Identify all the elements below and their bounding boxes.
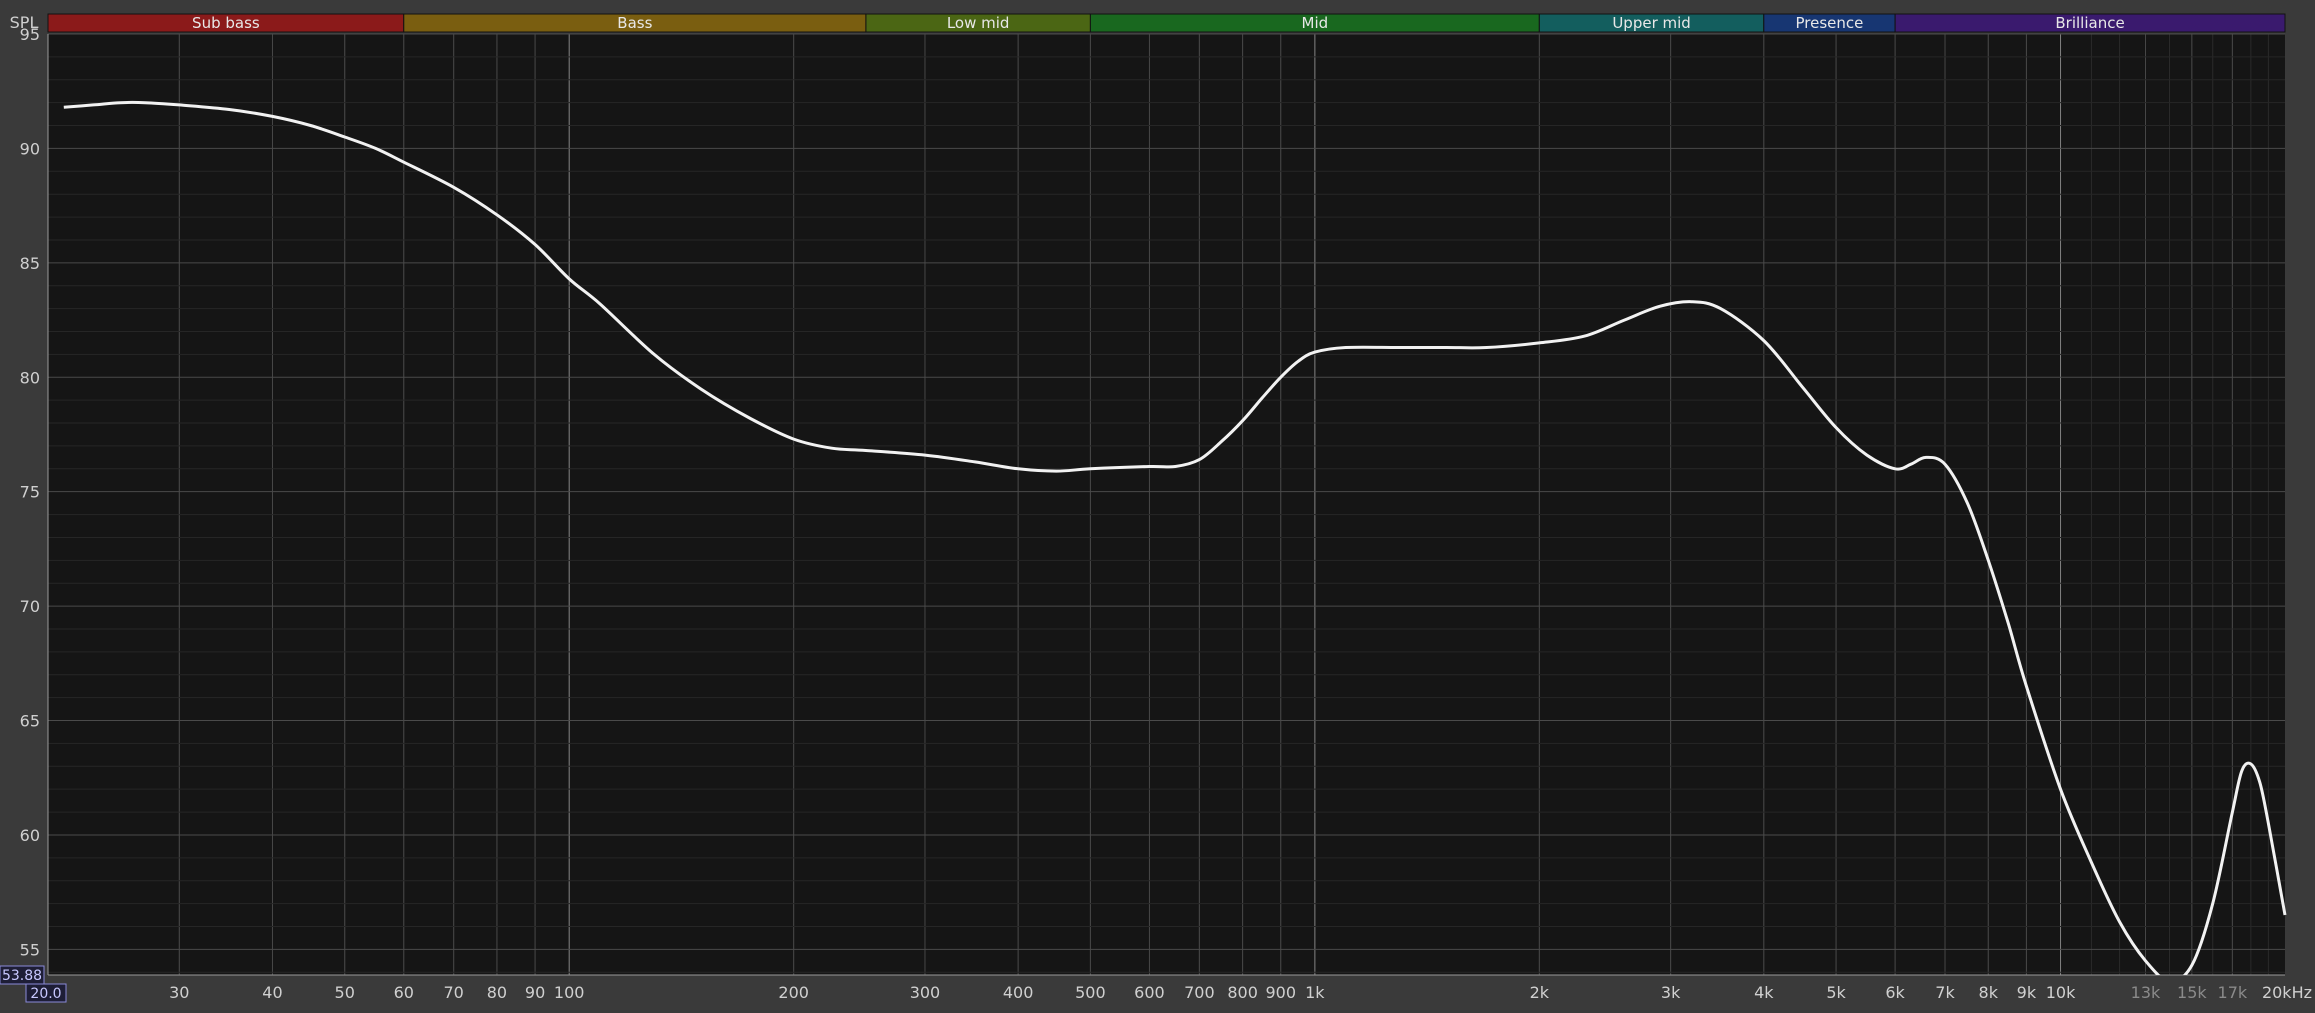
x-tick-label: 200: [778, 983, 809, 1002]
x-tick-label: 60: [394, 983, 414, 1002]
y-tick-label: 60: [20, 826, 40, 845]
x-tick-label: 700: [1184, 983, 1215, 1002]
x-tick-label: 600: [1134, 983, 1165, 1002]
x-tick-label: 6k: [1885, 983, 1905, 1002]
y-tick-label: 65: [20, 712, 40, 731]
x-tick-label: 900: [1265, 983, 1296, 1002]
x-tick-label: 70: [444, 983, 464, 1002]
x-axis: 30 40 50 60 70 80 90 100 200 300 400 500 600 700 800 90…: [169, 983, 2312, 1002]
y-tick-label: 85: [20, 254, 40, 273]
band-label: Low mid: [947, 14, 1010, 32]
x-tick-label: 80: [487, 983, 507, 1002]
frequency-response-chart: Sub bass Bass Low mid Mid Upper mid Presence B…: [0, 0, 2315, 1013]
band-label: Mid: [1302, 14, 1329, 32]
x-min-readout-text: 20.0: [30, 986, 61, 1002]
x-tick-label: 4k: [1754, 983, 1774, 1002]
y-axis-label: SPL: [10, 13, 39, 32]
x-tick-label: 100: [554, 983, 585, 1002]
y-min-readout[interactable]: 53.88: [0, 965, 45, 985]
x-tick-label: 10k: [2046, 983, 2076, 1002]
band-label: Presence: [1796, 14, 1864, 32]
y-tick-label: 75: [20, 483, 40, 502]
x-tick-label: 90: [525, 983, 545, 1002]
x-tick-label: 13k: [2131, 983, 2161, 1002]
y-tick-label: 70: [20, 597, 40, 616]
x-tick-label: 15k: [2177, 983, 2207, 1002]
x-tick-label: 5k: [1826, 983, 1846, 1002]
y-tick-label: 55: [20, 940, 40, 959]
band-label: Bass: [617, 14, 652, 32]
x-tick-label: 500: [1075, 983, 1106, 1002]
x-tick-label: 40: [262, 983, 282, 1002]
band-label: Upper mid: [1612, 14, 1691, 32]
y-tick-label: 80: [20, 368, 40, 387]
x-min-readout[interactable]: 20.0: [25, 983, 67, 1003]
x-tick-label: 1k: [1305, 983, 1325, 1002]
x-tick-label: 8k: [1979, 983, 1999, 1002]
y-tick-label: 90: [20, 139, 40, 158]
x-tick-label: 400: [1003, 983, 1034, 1002]
frequency-band-bar: Sub bass Bass Low mid Mid Upper mid Presence B…: [47, 13, 2286, 33]
band-label: Brilliance: [2055, 14, 2124, 32]
y-min-readout-text: 53.88: [2, 968, 42, 984]
x-tick-label: 50: [335, 983, 355, 1002]
x-tick-label: 17k: [2218, 983, 2248, 1002]
x-tick-label: 300: [910, 983, 941, 1002]
x-tick-label: 2k: [1530, 983, 1550, 1002]
x-tick-label: 7k: [1935, 983, 1955, 1002]
band-label: Sub bass: [192, 14, 260, 32]
x-tick-label: 800: [1227, 983, 1258, 1002]
x-tick-label: 9k: [2017, 983, 2037, 1002]
x-tick-label: 30: [169, 983, 189, 1002]
x-tick-label: 20kHz: [2262, 983, 2312, 1002]
plot-area: [48, 34, 2285, 975]
x-tick-label: 3k: [1661, 983, 1681, 1002]
